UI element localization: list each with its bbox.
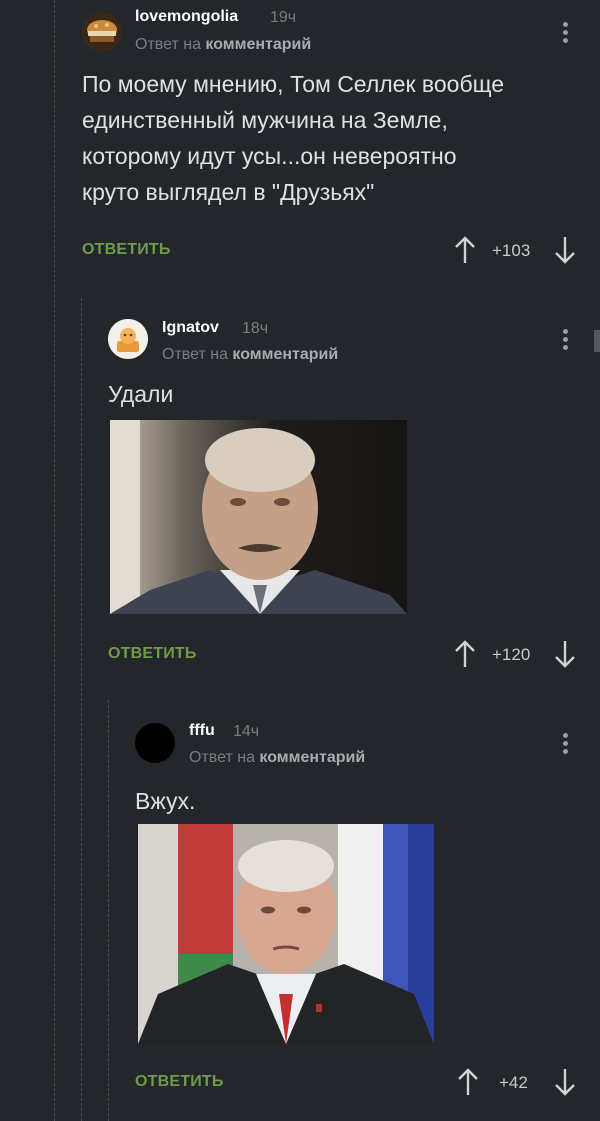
downvote-arrow-icon[interactable] bbox=[553, 1067, 577, 1097]
photo-man-flags bbox=[138, 824, 434, 1044]
avatar-image bbox=[108, 319, 148, 359]
reply-button[interactable]: ОТВЕТИТЬ bbox=[82, 241, 171, 259]
avatar[interactable] bbox=[108, 319, 148, 359]
upvote-arrow-icon[interactable] bbox=[453, 235, 477, 265]
comment-time: 18ч bbox=[242, 320, 269, 337]
downvote-arrow-icon[interactable] bbox=[553, 639, 577, 669]
reply-to-line: Ответ на комментарий bbox=[189, 749, 365, 767]
username[interactable]: Ignatov bbox=[162, 319, 219, 337]
reply-to-prefix: Ответ на bbox=[189, 749, 255, 766]
reply-to-line: Ответ на комментарий bbox=[162, 346, 338, 364]
username[interactable]: fffu bbox=[189, 722, 215, 740]
comment: lovemongolia 19ч Ответ на комментарий По… bbox=[0, 0, 600, 290]
comment: fffu 14ч Ответ на комментарий Вжух. ОТВЕ… bbox=[0, 703, 600, 1121]
comment-time: 19ч bbox=[270, 9, 297, 26]
reply-to-link[interactable]: комментарий bbox=[232, 346, 338, 363]
username[interactable]: lovemongolia bbox=[135, 8, 238, 26]
comment: Ignatov 18ч Ответ на комментарий Удали О… bbox=[0, 300, 600, 700]
comment-time: 14ч bbox=[233, 723, 260, 740]
avatar[interactable] bbox=[135, 723, 175, 763]
reply-to-prefix: Ответ на bbox=[135, 36, 201, 53]
photo-man-portrait bbox=[110, 420, 407, 614]
more-options-icon[interactable] bbox=[560, 731, 570, 759]
comment-text: Удали bbox=[108, 381, 174, 407]
reply-to-line: Ответ на комментарий bbox=[135, 36, 311, 54]
comment-text: По моему мнению, Том Селлек вообще единс… bbox=[82, 71, 505, 205]
avatar[interactable] bbox=[82, 12, 122, 52]
downvote-arrow-icon[interactable] bbox=[553, 235, 577, 265]
comment-text: Вжух. bbox=[135, 788, 196, 814]
reply-button[interactable]: ОТВЕТИТЬ bbox=[108, 645, 197, 663]
comment-image[interactable] bbox=[138, 824, 434, 1044]
upvote-arrow-icon[interactable] bbox=[453, 639, 477, 669]
reply-to-prefix: Ответ на bbox=[162, 346, 228, 363]
reply-button[interactable]: ОТВЕТИТЬ bbox=[135, 1073, 224, 1091]
reply-to-link[interactable]: комментарий bbox=[259, 749, 365, 766]
comment-image[interactable] bbox=[110, 420, 407, 614]
upvote-arrow-icon[interactable] bbox=[456, 1067, 480, 1097]
comment-score: +103 bbox=[492, 241, 531, 260]
more-options-icon[interactable] bbox=[560, 327, 570, 355]
more-options-icon[interactable] bbox=[560, 20, 570, 48]
avatar-image bbox=[82, 12, 122, 52]
reply-to-link[interactable]: комментарий bbox=[205, 36, 311, 53]
comment-score: +120 bbox=[492, 645, 531, 664]
comment-score: +42 bbox=[499, 1073, 528, 1092]
